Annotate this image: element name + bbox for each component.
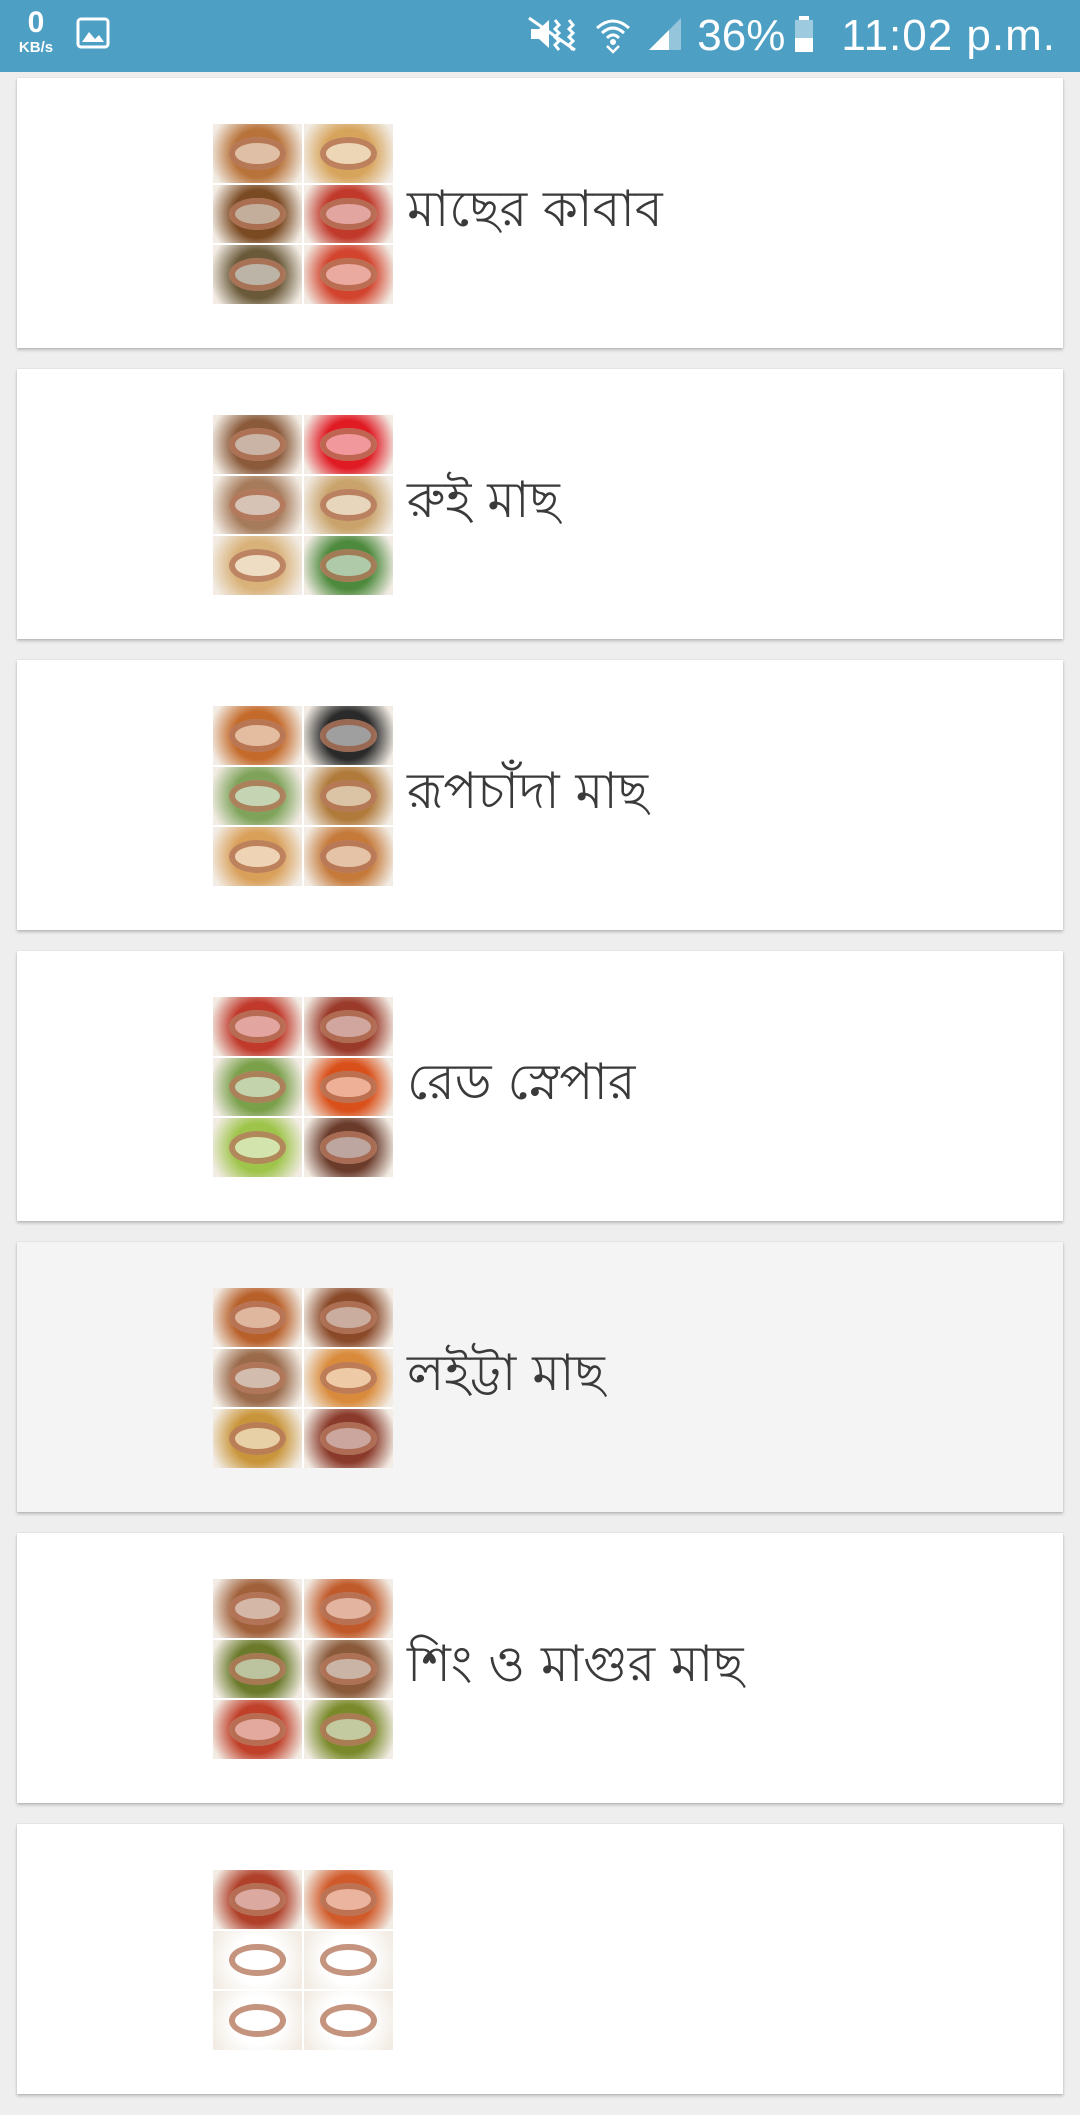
recipe-title: রেড স্নেপার — [407, 1052, 636, 1111]
thumb-tile — [304, 1930, 393, 1990]
recipe-title: রূপচাঁদা মাছ — [407, 761, 649, 820]
thumb-tile — [213, 1288, 302, 1347]
recipe-title: লইট্টা মাছ — [407, 1343, 605, 1402]
status-right: 36% 11:02 p.m. — [525, 0, 1056, 72]
thumb-tile — [304, 415, 393, 474]
recipe-card[interactable]: রেড স্নেপার — [17, 951, 1063, 1221]
thumb-tile — [304, 245, 393, 304]
thumb-tile — [213, 1348, 302, 1408]
recipe-card[interactable] — [17, 1824, 1063, 2094]
recipe-thumbnail — [213, 1579, 393, 1759]
clock: 11:02 p.m. — [841, 11, 1056, 60]
thumb-tile — [304, 536, 393, 595]
thumb-tile — [304, 1348, 393, 1408]
recipe-card[interactable]: রূপচাঁদা মাছ — [17, 660, 1063, 930]
thumb-tile — [213, 245, 302, 304]
thumb-tile — [213, 475, 302, 535]
thumb-tile — [213, 706, 302, 765]
thumb-tile — [213, 184, 302, 244]
battery-icon — [793, 14, 827, 59]
recipe-thumbnail — [213, 124, 393, 304]
battery-percent: 36% — [697, 11, 786, 60]
thumb-tile — [304, 1288, 393, 1347]
status-bar: 0 KB/s 36% 11:02 p.m. — [0, 0, 1080, 72]
net-speed-unit: KB/s — [18, 39, 54, 56]
thumb-tile — [213, 1057, 302, 1117]
thumb-tile — [304, 124, 393, 183]
thumb-tile — [304, 766, 393, 826]
thumb-tile — [304, 827, 393, 886]
thumb-tile — [304, 1579, 393, 1638]
recipe-thumbnail — [213, 706, 393, 886]
thumb-tile — [213, 997, 302, 1056]
recipe-card[interactable]: মাছের কাবাব — [17, 78, 1063, 348]
thumb-tile — [304, 1409, 393, 1468]
thumb-tile — [304, 1700, 393, 1759]
wifi-icon — [593, 14, 645, 59]
recipe-thumbnail — [213, 415, 393, 595]
recipe-list: মাছের কাবাব রুই মাছ রূপচাঁদা মাছ রেড স্ন… — [17, 78, 1063, 2115]
thumb-tile — [304, 1639, 393, 1699]
net-speed-indicator: 0 KB/s — [14, 6, 58, 56]
thumb-tile — [213, 827, 302, 886]
signal-icon — [645, 14, 697, 59]
thumb-tile — [213, 1639, 302, 1699]
thumb-tile — [304, 997, 393, 1056]
thumb-tile — [304, 1057, 393, 1117]
thumb-tile — [304, 184, 393, 244]
thumb-tile — [213, 124, 302, 183]
recipe-title: শিং ও মাগুর মাছ — [407, 1634, 744, 1693]
thumb-tile — [304, 1118, 393, 1177]
thumb-tile — [304, 475, 393, 535]
net-speed-value: 0 — [27, 6, 45, 39]
thumb-tile — [304, 1991, 393, 2050]
recipe-card[interactable]: রুই মাছ — [17, 369, 1063, 639]
thumb-tile — [213, 1700, 302, 1759]
thumb-tile — [304, 706, 393, 765]
recipe-thumbnail — [213, 1870, 393, 2050]
gallery-icon — [76, 17, 110, 53]
thumb-tile — [213, 1409, 302, 1468]
thumb-tile — [213, 1118, 302, 1177]
recipe-thumbnail — [213, 997, 393, 1177]
recipe-thumbnail — [213, 1288, 393, 1468]
recipe-title: রুই মাছ — [407, 470, 560, 529]
recipe-card[interactable]: লইট্টা মাছ — [17, 1242, 1063, 1512]
thumb-tile — [213, 1930, 302, 1990]
recipe-card[interactable]: শিং ও মাগুর মাছ — [17, 1533, 1063, 1803]
thumb-tile — [213, 415, 302, 474]
mute-icon — [525, 14, 593, 59]
thumb-tile — [213, 1579, 302, 1638]
thumb-tile — [213, 1991, 302, 2050]
status-left: 0 KB/s — [14, 8, 110, 55]
thumb-tile — [213, 766, 302, 826]
thumb-tile — [213, 536, 302, 595]
recipe-title: মাছের কাবাব — [407, 179, 663, 238]
